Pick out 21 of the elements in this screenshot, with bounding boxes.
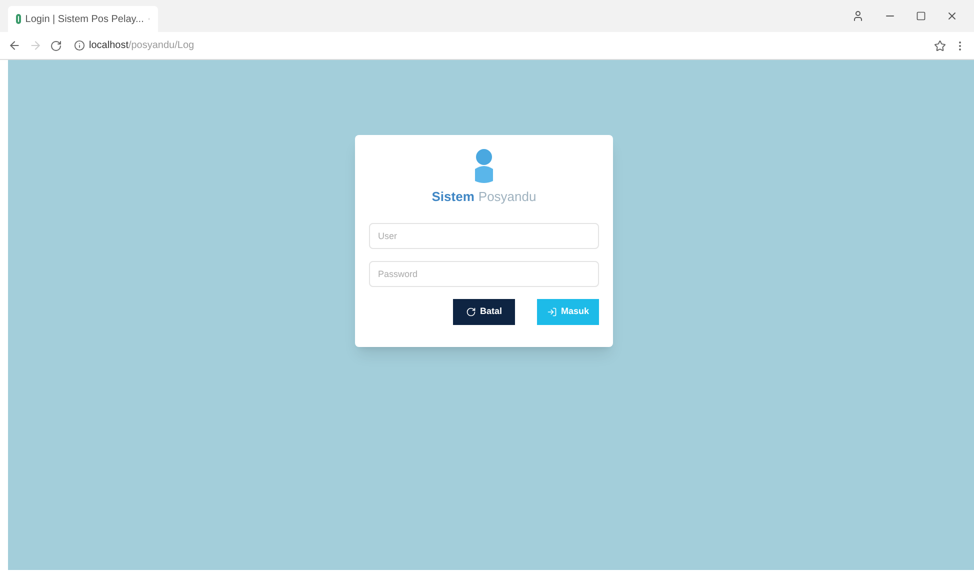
sign-in-icon bbox=[546, 306, 557, 316]
person-logo-icon bbox=[473, 149, 495, 183]
brand-subtitle: Posyandu bbox=[478, 188, 536, 206]
browser-tab[interactable]: Login | Sistem Pos Pelay... bbox=[8, 6, 158, 32]
back-icon[interactable] bbox=[8, 39, 21, 52]
reload-icon[interactable] bbox=[50, 40, 62, 52]
address-bar[interactable]: localhost/posyandu/Log bbox=[70, 36, 926, 56]
cancel-button[interactable]: Batal bbox=[453, 298, 515, 324]
tab-title: Login | Sistem Pos Pelay... bbox=[25, 12, 144, 26]
reload-icon bbox=[466, 306, 476, 316]
close-icon[interactable] bbox=[946, 10, 958, 22]
maximize-icon[interactable] bbox=[916, 11, 926, 21]
input-field[interactable]: Password bbox=[369, 260, 599, 286]
input-field[interactable]: User bbox=[369, 222, 599, 248]
brand-title: Sistem bbox=[432, 188, 474, 206]
favicon-icon bbox=[16, 14, 22, 24]
url-host: localhost bbox=[89, 39, 128, 53]
bookmark-icon[interactable] bbox=[934, 40, 946, 52]
url-path: /posyandu/Log bbox=[128, 39, 194, 53]
profile-icon[interactable] bbox=[852, 10, 864, 22]
info-icon bbox=[74, 40, 85, 51]
